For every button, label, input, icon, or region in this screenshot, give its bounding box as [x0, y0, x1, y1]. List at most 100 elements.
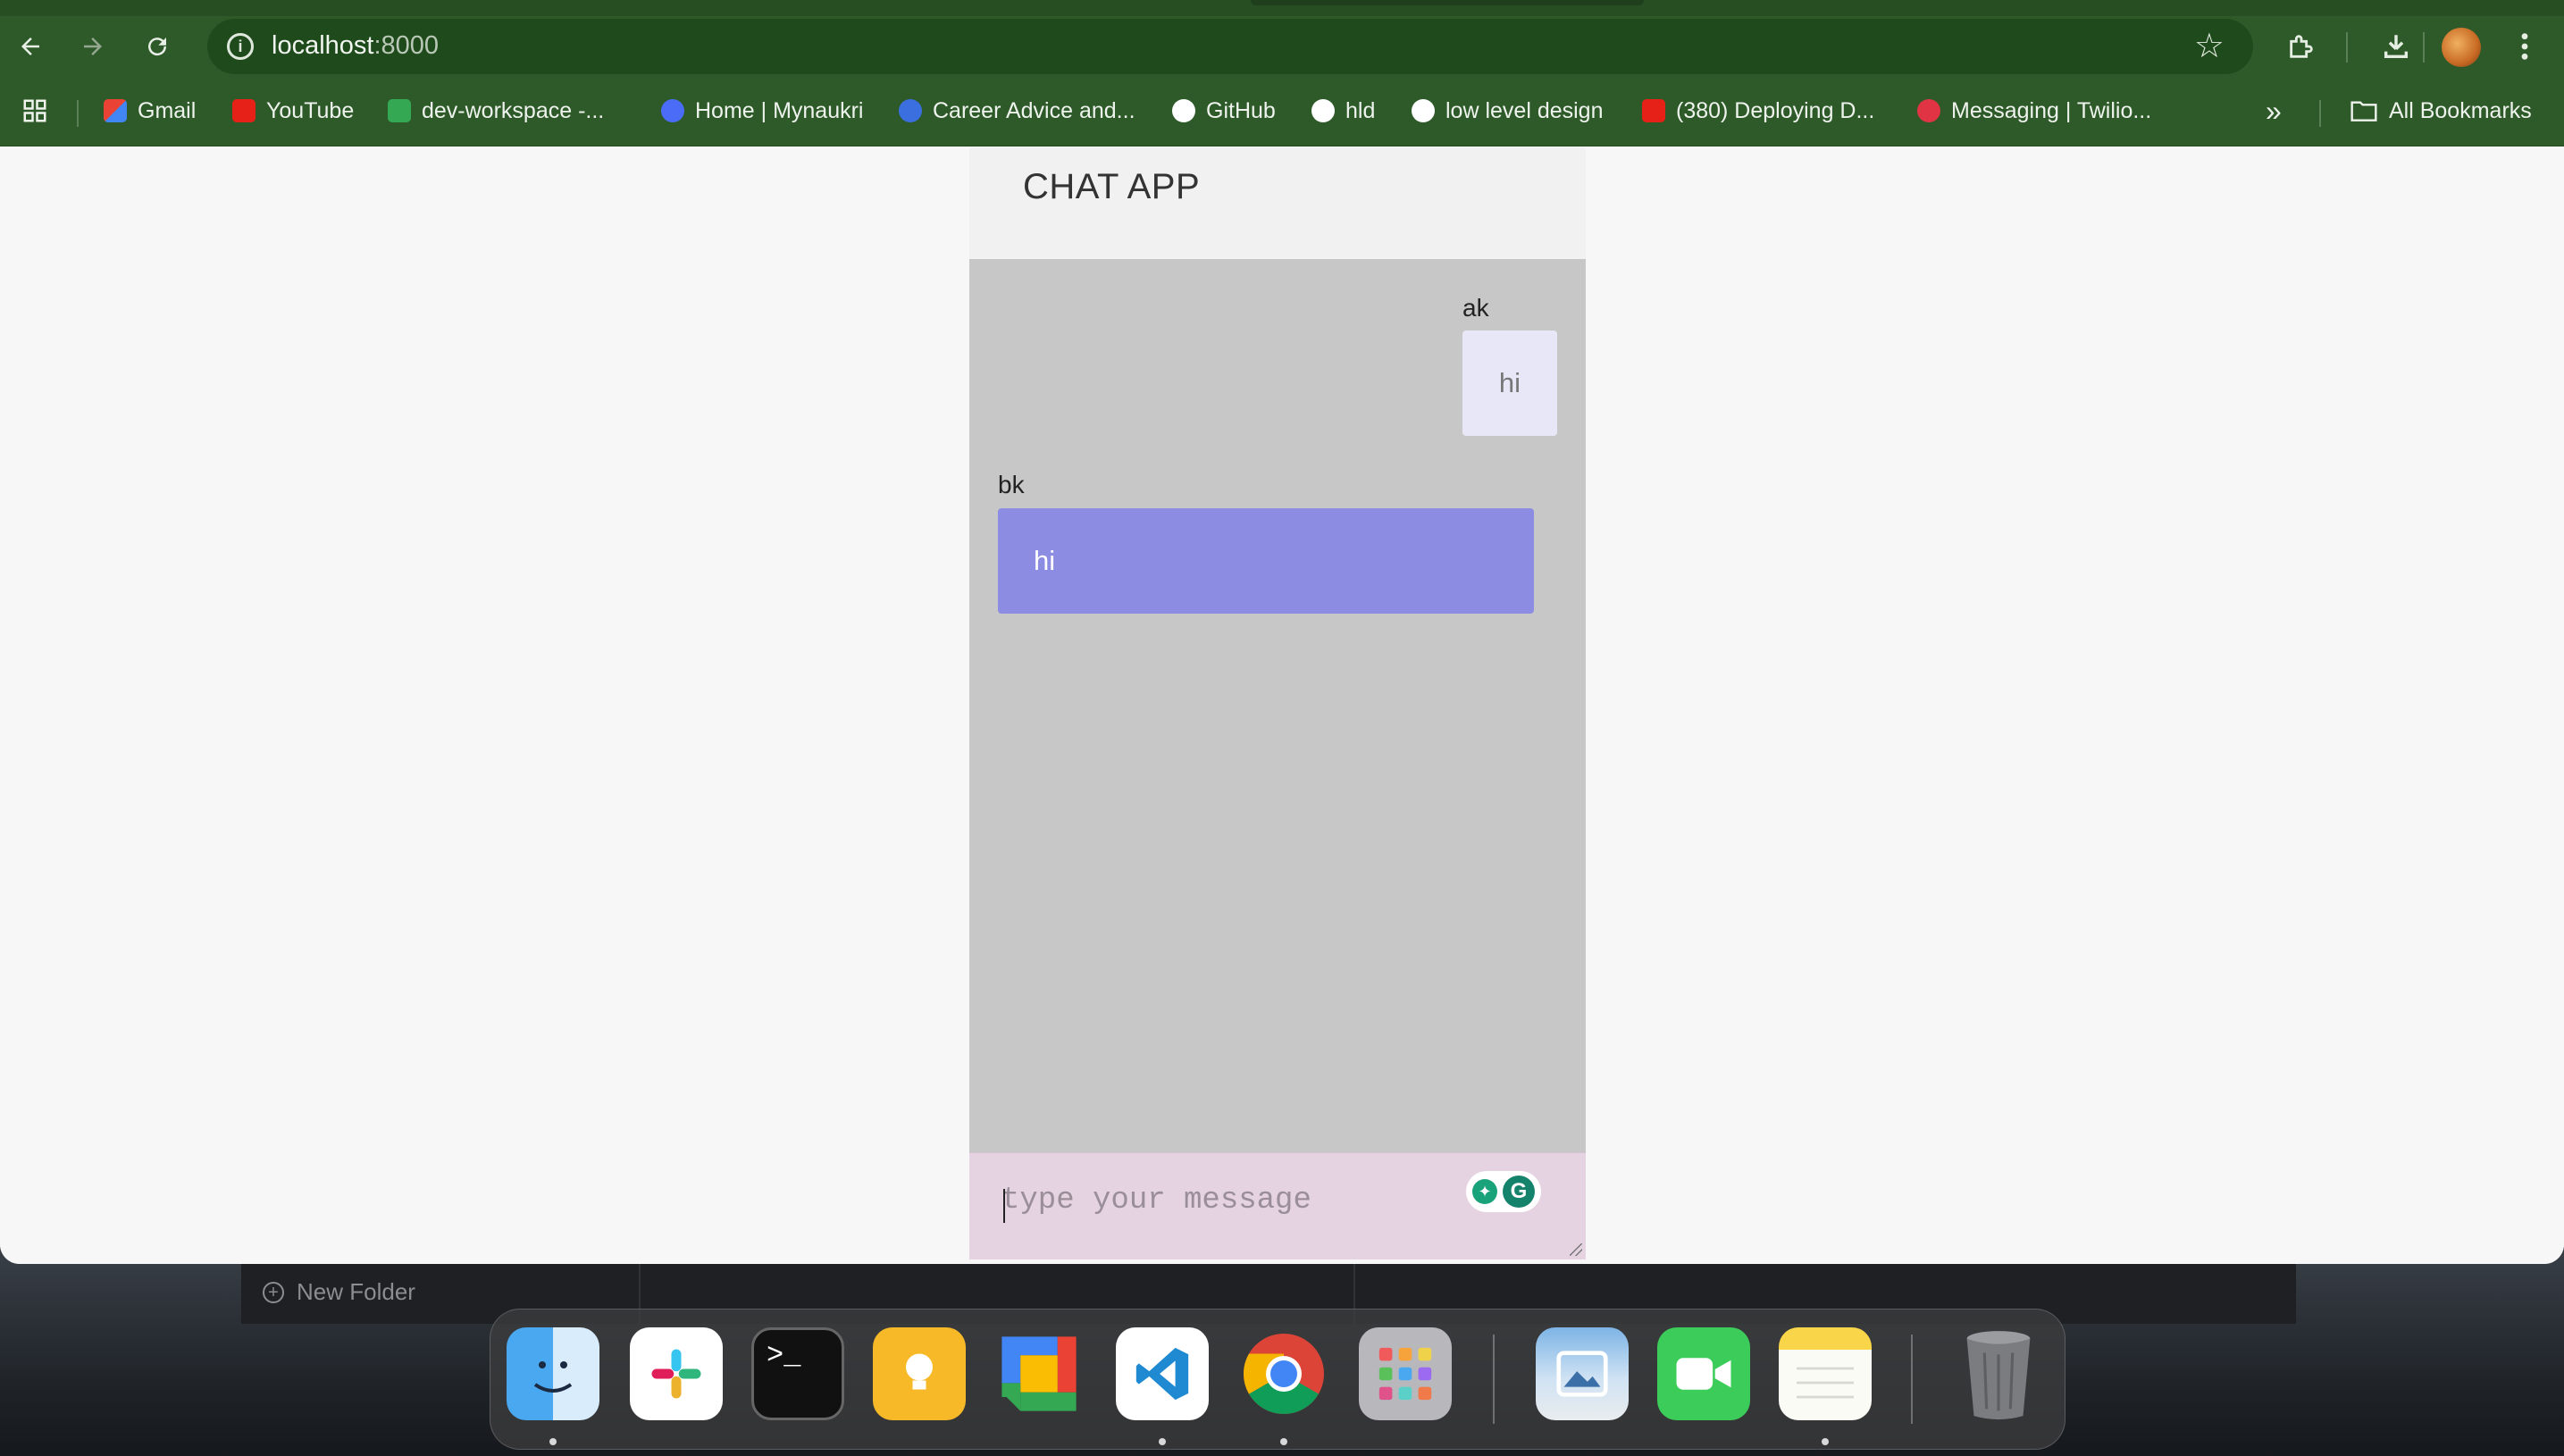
vscode-app[interactable] [1116, 1327, 1209, 1420]
all-bookmarks-button[interactable]: All Bookmarks [2350, 93, 2532, 129]
chat-title: CHAT APP [1023, 167, 1201, 206]
terminal-app[interactable]: >_ [751, 1327, 844, 1420]
macos-dock: >_ [490, 1309, 2065, 1450]
extensions-icon [2290, 35, 2313, 58]
google-chat-app[interactable] [993, 1327, 1085, 1420]
message-sender: bk [998, 471, 1025, 498]
bookmark-hld[interactable]: hld [1311, 93, 1375, 129]
finder-app[interactable] [507, 1327, 599, 1420]
bookmark-github[interactable]: GitHub [1172, 93, 1276, 129]
plus-icon: + [263, 1281, 284, 1303]
chat-header: CHAT APP [969, 147, 1586, 259]
chrome-icon [1243, 1334, 1324, 1415]
bookmarks-divider [77, 100, 79, 127]
notes-icon [1797, 1367, 1854, 1399]
twilio-icon [1917, 99, 1940, 122]
back-button[interactable] [13, 29, 48, 64]
message-composer: ✦ G [969, 1152, 1586, 1259]
bookmark-low-level-design[interactable]: low level design [1412, 93, 1604, 129]
github-icon [1172, 99, 1195, 122]
bookmark-youtube[interactable]: YouTube [232, 93, 354, 129]
reload-icon [148, 38, 167, 56]
page-content: CHAT APP ak hi bk hi ✦ G [0, 147, 2564, 1264]
bookmark-label: YouTube [266, 97, 355, 123]
star-icon[interactable]: ☆ [2194, 26, 2225, 66]
forward-button[interactable] [75, 29, 111, 64]
vscode-icon [1135, 1347, 1189, 1401]
resize-handle[interactable] [1570, 1243, 1582, 1256]
text-cursor [1003, 1189, 1005, 1223]
bookmark-label: low level design [1445, 97, 1604, 123]
bookmark-label: Home | Mynaukri [695, 97, 864, 123]
url-text[interactable]: localhost:8000 [272, 31, 439, 61]
github-icon [1311, 99, 1335, 122]
download-icon [2384, 35, 2409, 59]
naukri-icon [661, 99, 684, 122]
bookmark-label: dev-workspace -... [422, 97, 605, 123]
active-tab[interactable] [1251, 0, 1644, 5]
url-port: :8000 [373, 31, 440, 60]
tab-strip [0, 0, 2564, 16]
message-input[interactable] [1001, 1184, 1466, 1228]
notes-app[interactable] [1779, 1327, 1872, 1420]
browser-window: i localhost:8000 ☆ Gmail YouTube dev-wor… [0, 0, 2564, 1264]
toolbar-divider [2346, 32, 2348, 63]
keep-app[interactable] [873, 1327, 966, 1420]
bookmark-dev-workspace[interactable]: dev-workspace -... [388, 93, 604, 129]
folder-icon [2350, 101, 2377, 121]
reload-button[interactable] [139, 29, 175, 64]
launchpad-app[interactable] [1359, 1327, 1452, 1420]
lightbulb-icon[interactable]: ✦ [1472, 1179, 1497, 1204]
grammarly-widget[interactable]: ✦ G [1466, 1171, 1541, 1212]
google-chat-icon [1001, 1336, 1077, 1411]
bookmark-label: GitHub [1206, 97, 1276, 123]
info-icon[interactable]: i [227, 33, 254, 60]
at-sign-icon [899, 99, 922, 122]
bookmark-deploying[interactable]: (380) Deploying D... [1642, 93, 1874, 129]
apps-button[interactable] [21, 93, 48, 129]
running-indicator [1280, 1438, 1287, 1445]
more-menu-button[interactable] [2505, 27, 2544, 66]
google-chat-icon [388, 99, 411, 122]
trash-app[interactable] [1952, 1327, 2045, 1420]
running-indicator [549, 1438, 557, 1445]
grammarly-icon[interactable]: G [1503, 1176, 1535, 1208]
extensions-button[interactable] [2282, 27, 2321, 66]
bookmark-label: Messaging | Twilio... [1951, 97, 2152, 123]
toolbar-divider [2423, 32, 2425, 63]
downloads-button[interactable] [2376, 27, 2416, 66]
bookmark-mynaukri[interactable]: Home | Mynaukri [661, 93, 864, 129]
bookmark-career-advice[interactable]: Career Advice and... [899, 93, 1135, 129]
bookmark-label: hld [1345, 97, 1376, 123]
bookmarks-overflow-icon: » [2266, 94, 2282, 127]
running-indicator [1159, 1438, 1166, 1445]
bookmarks-divider [2319, 100, 2321, 127]
finder-icon [533, 1361, 573, 1393]
apps-grid-icon [23, 99, 46, 122]
message-sender: ak [1462, 294, 1489, 322]
gmail-icon [104, 99, 127, 122]
browser-toolbar: i localhost:8000 ☆ [0, 16, 2564, 75]
preview-app[interactable] [1536, 1327, 1629, 1420]
trash-icon [1966, 1331, 2031, 1420]
outgoing-message-bubble: hi [1462, 331, 1557, 436]
youtube-icon [232, 99, 256, 122]
bookmark-twilio[interactable]: Messaging | Twilio... [1917, 93, 2151, 129]
bookmarks-overflow-button[interactable]: » [2266, 93, 2282, 129]
dock-divider [1493, 1335, 1495, 1424]
video-camera-icon [1676, 1358, 1731, 1390]
bookmark-label: Career Advice and... [933, 97, 1135, 123]
profile-avatar[interactable] [2442, 28, 2481, 67]
facetime-app[interactable] [1657, 1327, 1750, 1420]
slack-app[interactable] [630, 1327, 723, 1420]
new-folder-button[interactable]: + New Folder [263, 1278, 415, 1306]
chrome-app[interactable] [1237, 1327, 1330, 1420]
more-icon [2521, 33, 2528, 60]
preview-icon [1556, 1351, 1608, 1397]
incoming-message-bubble: hi [998, 508, 1534, 614]
dock-divider [1911, 1335, 1913, 1424]
address-bar[interactable]: i localhost:8000 ☆ [207, 19, 2253, 74]
youtube-icon [1642, 99, 1665, 122]
bookmark-gmail[interactable]: Gmail [104, 93, 196, 129]
running-indicator [1822, 1438, 1829, 1445]
